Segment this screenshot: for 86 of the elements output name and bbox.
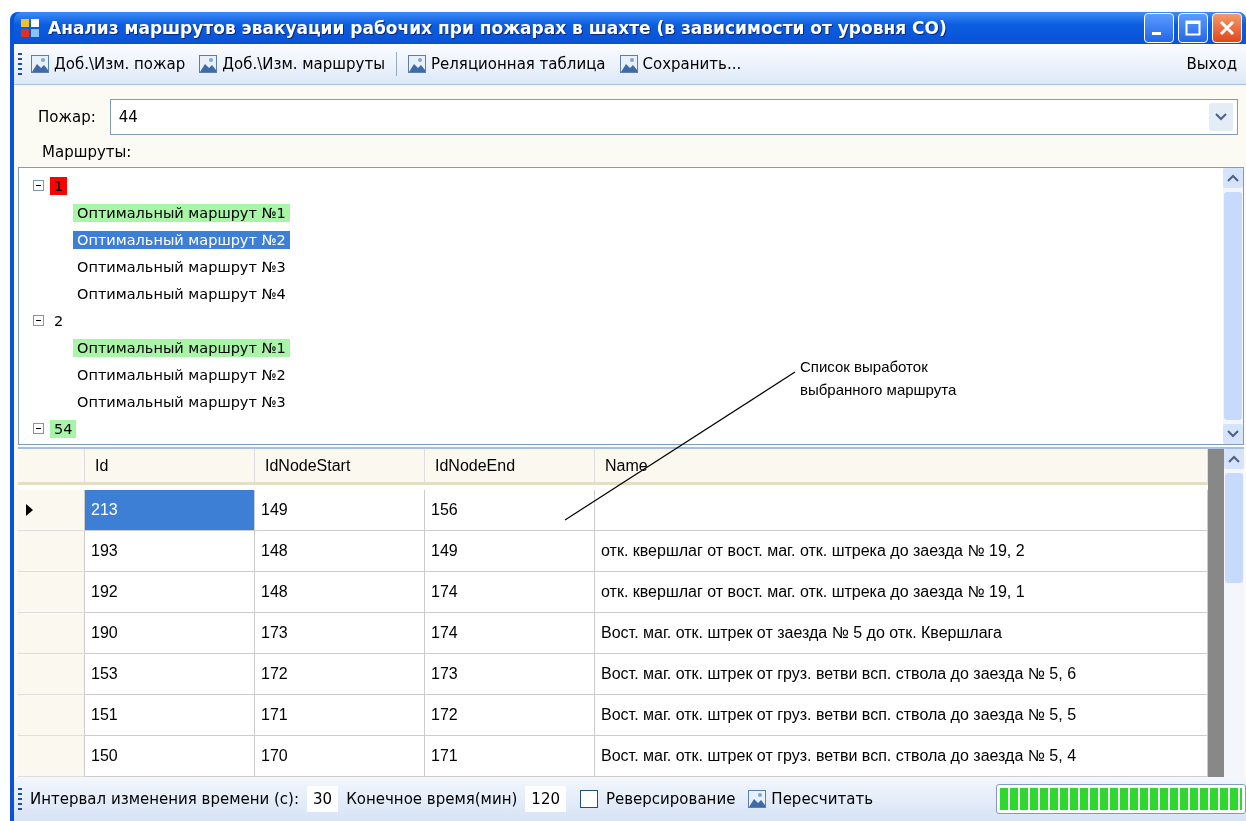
routes-label: Маршруты: (42, 143, 132, 161)
row-header[interactable] (18, 736, 85, 777)
header-corner (18, 449, 85, 485)
chevron-up-icon (1227, 174, 1239, 182)
row-header[interactable] (18, 613, 85, 654)
table-gutter (1208, 449, 1224, 490)
minimize-button[interactable] (1144, 13, 1174, 43)
chevron-down-icon (1227, 430, 1239, 438)
interval-field[interactable]: 30 (307, 786, 339, 812)
table-cell: 149 (255, 490, 425, 531)
table-cell: 171 (255, 695, 425, 736)
table-cell: 173 (425, 654, 595, 695)
table-cell: отк. квершлаг от вост. маг. отк. штрека до заезда № 19, 2 (595, 531, 1208, 572)
image-icon (199, 55, 218, 73)
maximize-button[interactable] (1178, 13, 1208, 43)
recalculate-button[interactable]: Пересчитать (743, 787, 878, 811)
tree-item[interactable]: Оптимальный маршрут №1 (73, 338, 290, 357)
row-header[interactable] (18, 572, 85, 613)
table-cell: 190 (85, 613, 255, 654)
table-gutter (1208, 736, 1224, 777)
chevron-down-icon (1215, 113, 1227, 121)
row-header[interactable] (18, 654, 85, 695)
collapse-icon[interactable] (33, 423, 44, 434)
app-icon (20, 18, 40, 38)
toolbar-button[interactable]: Доб.\Изм. маршруты (194, 52, 390, 76)
maximize-icon (1185, 20, 1201, 36)
row-header[interactable] (18, 695, 85, 736)
tree-item[interactable]: Оптимальный маршрут №1 (73, 203, 290, 222)
minimize-icon (1151, 31, 1161, 35)
table-cell: 172 (255, 654, 425, 695)
table-cell: 148 (255, 531, 425, 572)
row-header[interactable] (18, 490, 85, 531)
tree-item[interactable]: Оптимальный маршрут №2 (73, 365, 290, 384)
tree-item[interactable]: Оптимальный маршрут №2 (73, 230, 290, 249)
table-cell: 148 (255, 572, 425, 613)
end-time-label: Конечное время(мин) (346, 790, 518, 808)
table-cell: отк. квершлаг от вост. маг. отк. штрека до заезда № 19, 1 (595, 572, 1208, 613)
image-icon (408, 55, 426, 73)
toolbar-button[interactable]: Доб.\Изм. пожар (26, 52, 191, 76)
column-header[interactable]: IdNodeStart (255, 449, 425, 485)
tree-item[interactable]: Оптимальный маршрут №3 (73, 392, 290, 411)
tree-node[interactable]: 54 (50, 419, 77, 438)
annotation-text: Список выработок выбранного маршрута (800, 357, 958, 400)
table-cell: Вост. маг. отк. штрек от груз. ветви всп. ствола до заезда № 5, 6 (595, 654, 1208, 695)
image-icon (619, 55, 638, 73)
table-cell: 193 (85, 531, 255, 572)
table-cell: Вост. маг. отк. штрек от заезда № 5 до отк. Квершлага (595, 613, 1208, 654)
tree-node[interactable]: 1 (50, 176, 68, 195)
column-header[interactable]: Id (85, 449, 255, 485)
checkbox[interactable] (580, 790, 598, 808)
table-cell: 172 (425, 695, 595, 736)
tree-item[interactable]: Оптимальный маршрут №3 (73, 257, 290, 276)
table-cell: 174 (425, 613, 595, 654)
table-cell: 149 (425, 531, 595, 572)
table-cell: 153 (85, 654, 255, 695)
collapse-icon[interactable] (33, 180, 44, 191)
window-title: Анализ маршрутов эвакуации рабочих при пожарах в шахте (в зависимости от уровня СО) (48, 18, 948, 38)
current-row-icon (26, 504, 33, 516)
tree-node[interactable]: 2 (50, 311, 68, 330)
toolbar-button[interactable]: Сохранить... (614, 52, 747, 76)
toolbar-button[interactable]: Реляционная таблица (403, 52, 611, 76)
tree-item[interactable]: Оптимальный маршрут №4 (73, 284, 290, 303)
table-cell: 151 (85, 695, 255, 736)
table-cell: 156 (425, 490, 595, 531)
table-cell: 213 (85, 490, 255, 531)
table-cell: 173 (255, 613, 425, 654)
exit-button[interactable]: Выход (1181, 52, 1242, 76)
column-header[interactable]: Name (595, 449, 1208, 485)
checkbox-label: Реверсирование (606, 790, 736, 808)
close-button[interactable] (1212, 13, 1242, 43)
table-cell: Вост. маг. отк. штрек от груз. ветви всп. ствола до заезда № 5, 5 (595, 695, 1208, 736)
collapse-icon[interactable] (33, 315, 44, 326)
scrollbar[interactable] (1224, 449, 1244, 777)
table-cell: 192 (85, 572, 255, 613)
interval-label: Интервал изменения времени (с): (30, 790, 300, 808)
end-time-field[interactable]: 120 (525, 786, 566, 812)
scrollbar[interactable] (1223, 168, 1243, 444)
row-header[interactable] (18, 531, 85, 572)
fire-label: Пожар: (38, 108, 96, 126)
close-icon (1219, 20, 1235, 36)
chevron-up-icon (1228, 455, 1240, 463)
image-icon (748, 790, 767, 808)
table-cell: 174 (425, 572, 595, 613)
image-icon (31, 55, 49, 73)
fire-dropdown[interactable]: 44 (109, 99, 1238, 135)
column-header[interactable]: IdNodeEnd (425, 449, 595, 485)
